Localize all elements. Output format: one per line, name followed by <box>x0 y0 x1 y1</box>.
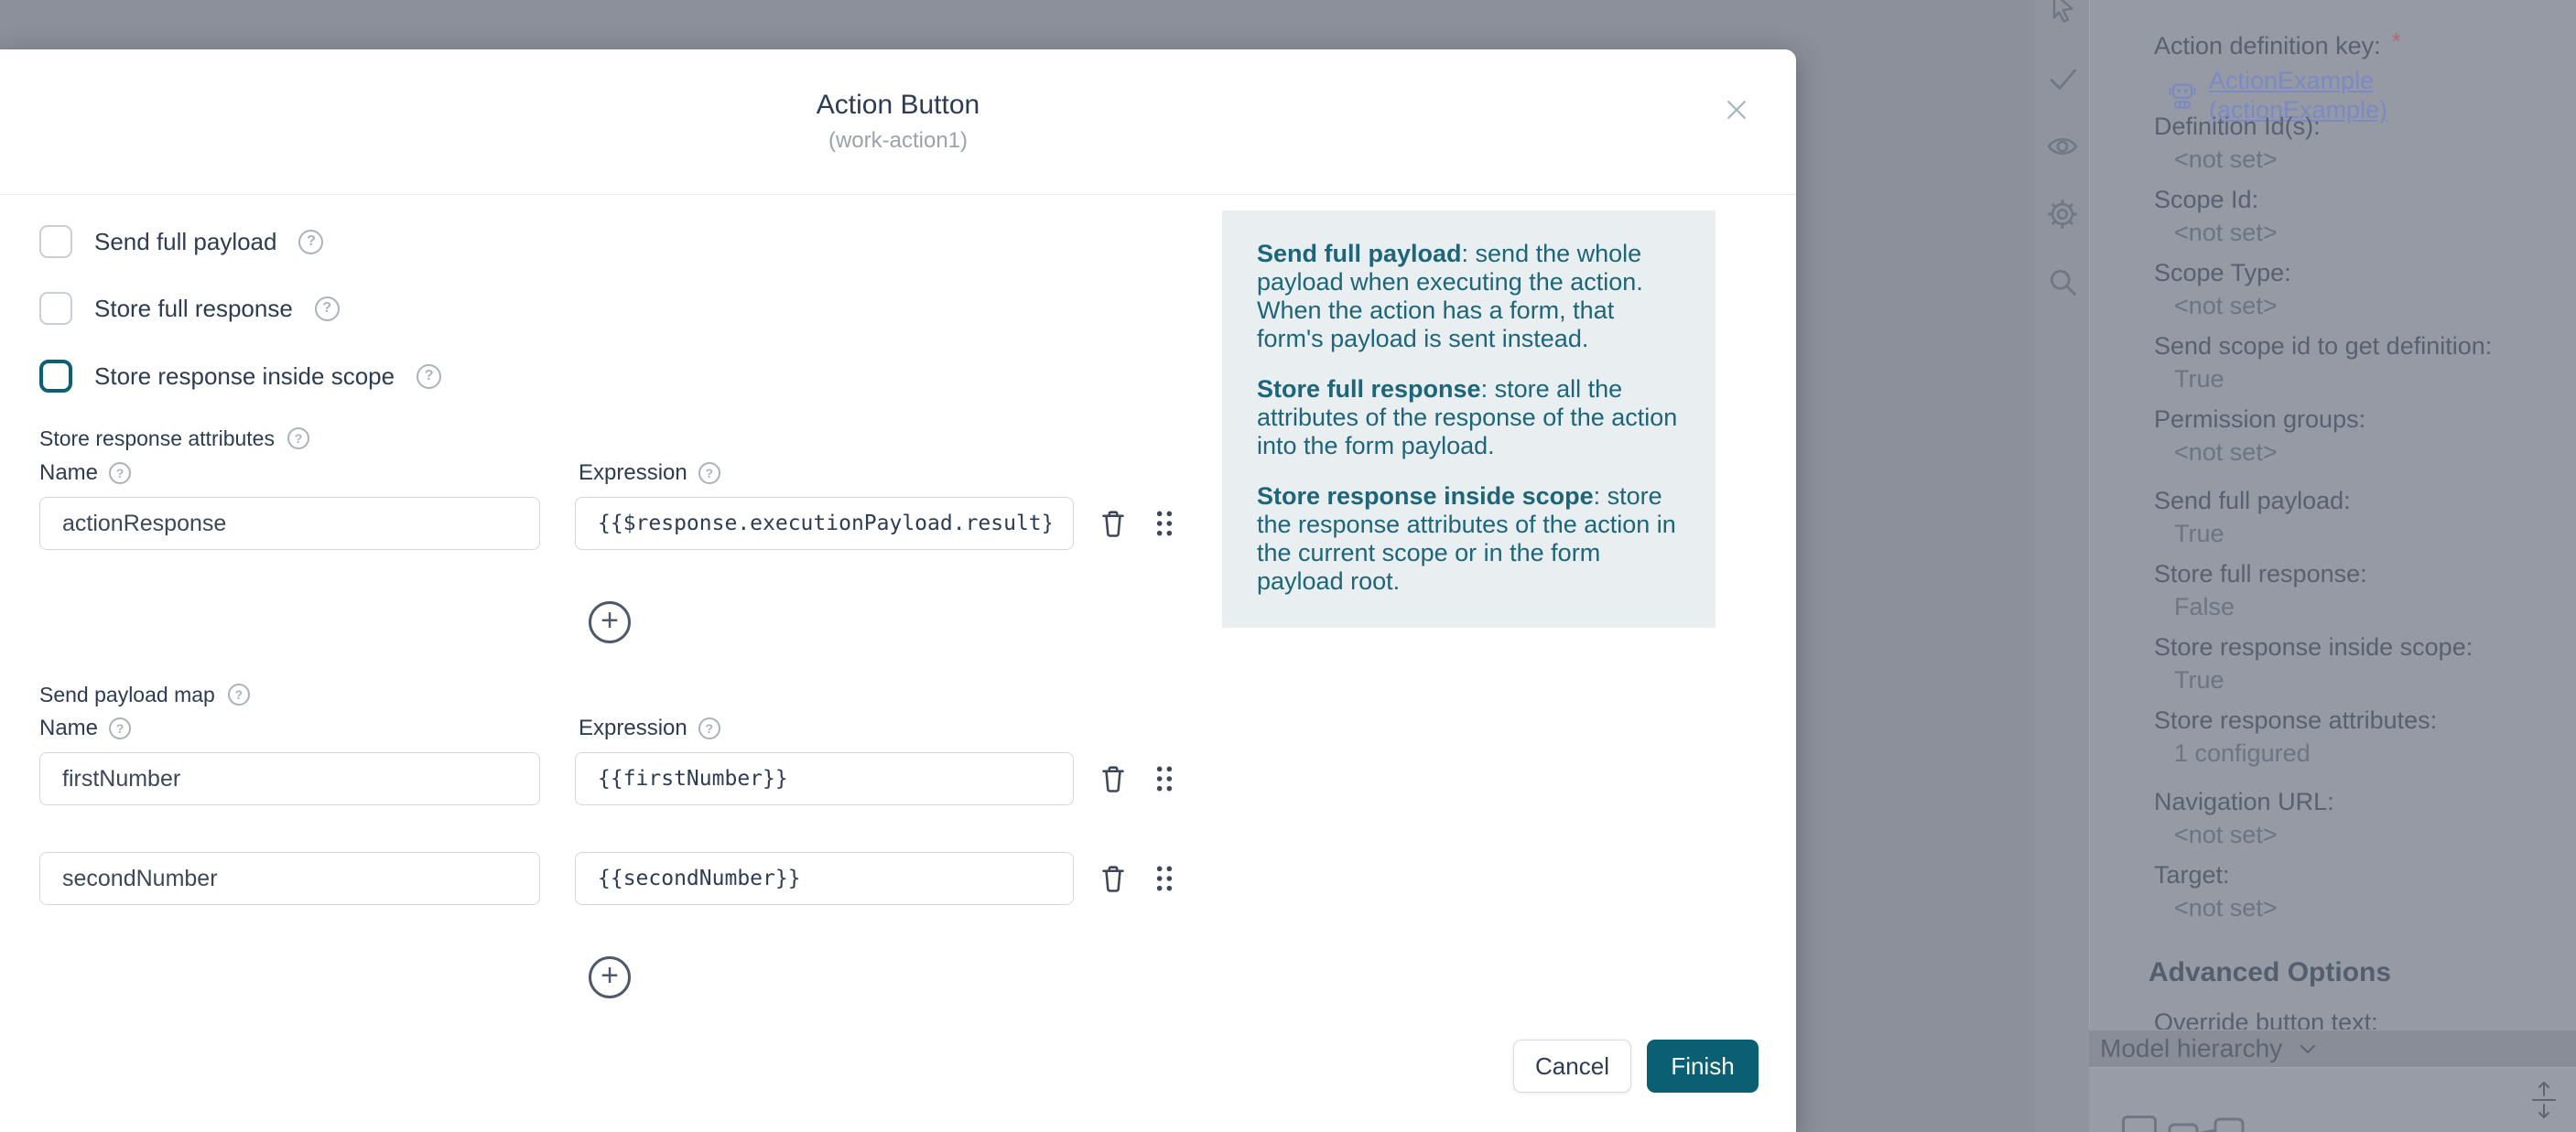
delete-row-button[interactable] <box>1097 507 1130 540</box>
app-root: Action definition key:* ActionExample (a… <box>0 0 2576 1132</box>
help-icon[interactable]: ? <box>698 717 720 739</box>
send-payload-map-section-label: Send payload map ? <box>39 681 250 708</box>
help-icon[interactable]: ? <box>698 462 720 484</box>
expression-column-header: Expression <box>579 716 687 741</box>
drag-handle-icon[interactable] <box>1150 762 1179 795</box>
store-response-inside-scope-row: Store response inside scope ? <box>39 356 441 396</box>
help-icon[interactable]: ? <box>417 364 441 389</box>
add-attribute-button[interactable]: + <box>589 601 631 643</box>
attribute-expression-input[interactable] <box>575 497 1074 550</box>
editor-tool-strip <box>2035 0 2089 1132</box>
model-hierarchy-header[interactable]: Model hierarchy <box>2089 1030 2576 1067</box>
property-store-full-response: Store full response: False <box>2154 559 2557 621</box>
close-button[interactable] <box>1718 92 1755 128</box>
advanced-options-title: Advanced Options <box>2148 957 2391 988</box>
property-send-full-payload: Send full payload: True <box>2154 486 2557 548</box>
cursor-icon[interactable] <box>2046 0 2079 24</box>
robot-icon <box>2167 80 2198 111</box>
payload-expression-input[interactable] <box>575 852 1074 905</box>
drag-handle-icon[interactable] <box>1150 507 1179 540</box>
property-label: Action definition key:* <box>2154 31 2557 60</box>
expression-column-header: Expression <box>579 460 687 486</box>
info-paragraph: Store response inside scope: store the r… <box>1257 482 1681 596</box>
info-paragraph: Store full response: store all the attri… <box>1257 375 1681 460</box>
add-payload-map-button[interactable]: + <box>589 956 631 998</box>
chevron-down-icon <box>2297 1038 2319 1060</box>
payload-map-column-headers: Name? Expression? <box>0 716 1796 743</box>
delete-row-button[interactable] <box>1097 762 1130 795</box>
checkbox-label: Send full payload <box>94 228 276 256</box>
help-icon[interactable]: ? <box>109 717 131 739</box>
modal-title: Action Button <box>0 90 1796 121</box>
resize-handle-icon[interactable] <box>2528 1079 2560 1121</box>
property-store-response-attributes: Store response attributes: 1 configured <box>2154 706 2557 768</box>
payload-map-row <box>0 852 1796 905</box>
checkbox-label: Store response inside scope <box>94 362 395 391</box>
check-icon[interactable] <box>2046 62 2079 95</box>
tree-checkbox-icon[interactable] <box>2122 1116 2157 1132</box>
name-column-header: Name <box>39 460 98 486</box>
model-node-icon <box>2168 1116 2278 1132</box>
store-response-attributes-section-label: Store response attributes ? <box>39 425 309 452</box>
property-store-response-inside-scope: Store response inside scope: True <box>2154 632 2557 695</box>
properties-sidebar: Action definition key:* ActionExample (a… <box>2089 0 2576 1132</box>
payload-expression-input[interactable] <box>575 752 1074 805</box>
delete-row-button[interactable] <box>1097 862 1130 895</box>
close-icon <box>1723 96 1750 124</box>
send-full-payload-row: Send full payload ? <box>39 221 323 262</box>
property-send-scope-id: Send scope id to get definition: True <box>2154 331 2557 394</box>
eye-icon[interactable] <box>2046 130 2079 163</box>
action-button-modal: Action Button (work-action1) Send full p… <box>0 49 1796 1132</box>
search-icon[interactable] <box>2046 265 2079 298</box>
payload-map-row <box>0 752 1796 805</box>
required-asterisk: * <box>2392 27 2401 55</box>
property-action-definition-key: Action definition key:* ActionExample (a… <box>2154 31 2557 124</box>
drag-handle-icon[interactable] <box>1150 862 1179 895</box>
property-scope-id: Scope Id: <not set> <box>2154 185 2557 247</box>
header-divider <box>0 194 1796 195</box>
help-icon[interactable]: ? <box>298 230 323 254</box>
send-full-payload-checkbox[interactable] <box>39 225 72 258</box>
model-hierarchy-panel <box>2089 1067 2576 1132</box>
help-icon[interactable]: ? <box>228 684 250 706</box>
payload-name-input[interactable] <box>39 852 540 905</box>
model-hierarchy-label: Model hierarchy <box>2100 1034 2282 1063</box>
modal-subtitle: (work-action1) <box>0 128 1796 154</box>
property-target: Target: <not set> <box>2154 860 2557 922</box>
property-navigation-url: Navigation URL: <not set> <box>2154 787 2557 849</box>
help-icon[interactable]: ? <box>109 462 131 484</box>
property-scope-type: Scope Type: <not set> <box>2154 258 2557 320</box>
help-icon[interactable]: ? <box>315 296 340 321</box>
name-column-header: Name <box>39 716 98 741</box>
store-full-response-checkbox[interactable] <box>39 292 72 325</box>
info-paragraph: Send full payload: send the whole payloa… <box>1257 240 1681 353</box>
store-response-inside-scope-checkbox[interactable] <box>39 360 72 393</box>
store-full-response-row: Store full response ? <box>39 288 340 329</box>
payload-name-input[interactable] <box>39 752 540 805</box>
attribute-name-input[interactable] <box>39 497 540 550</box>
checkbox-label: Store full response <box>94 295 293 323</box>
property-definition-ids: Definition Id(s): <not set> <box>2154 112 2557 174</box>
cancel-button[interactable]: Cancel <box>1513 1040 1631 1093</box>
help-icon[interactable]: ? <box>287 427 309 449</box>
info-panel: Send full payload: send the whole payloa… <box>1222 210 1716 628</box>
finish-button[interactable]: Finish <box>1647 1040 1759 1093</box>
property-permission-groups: Permission groups: <not set> <box>2154 404 2557 467</box>
gear-icon[interactable] <box>2046 198 2079 231</box>
